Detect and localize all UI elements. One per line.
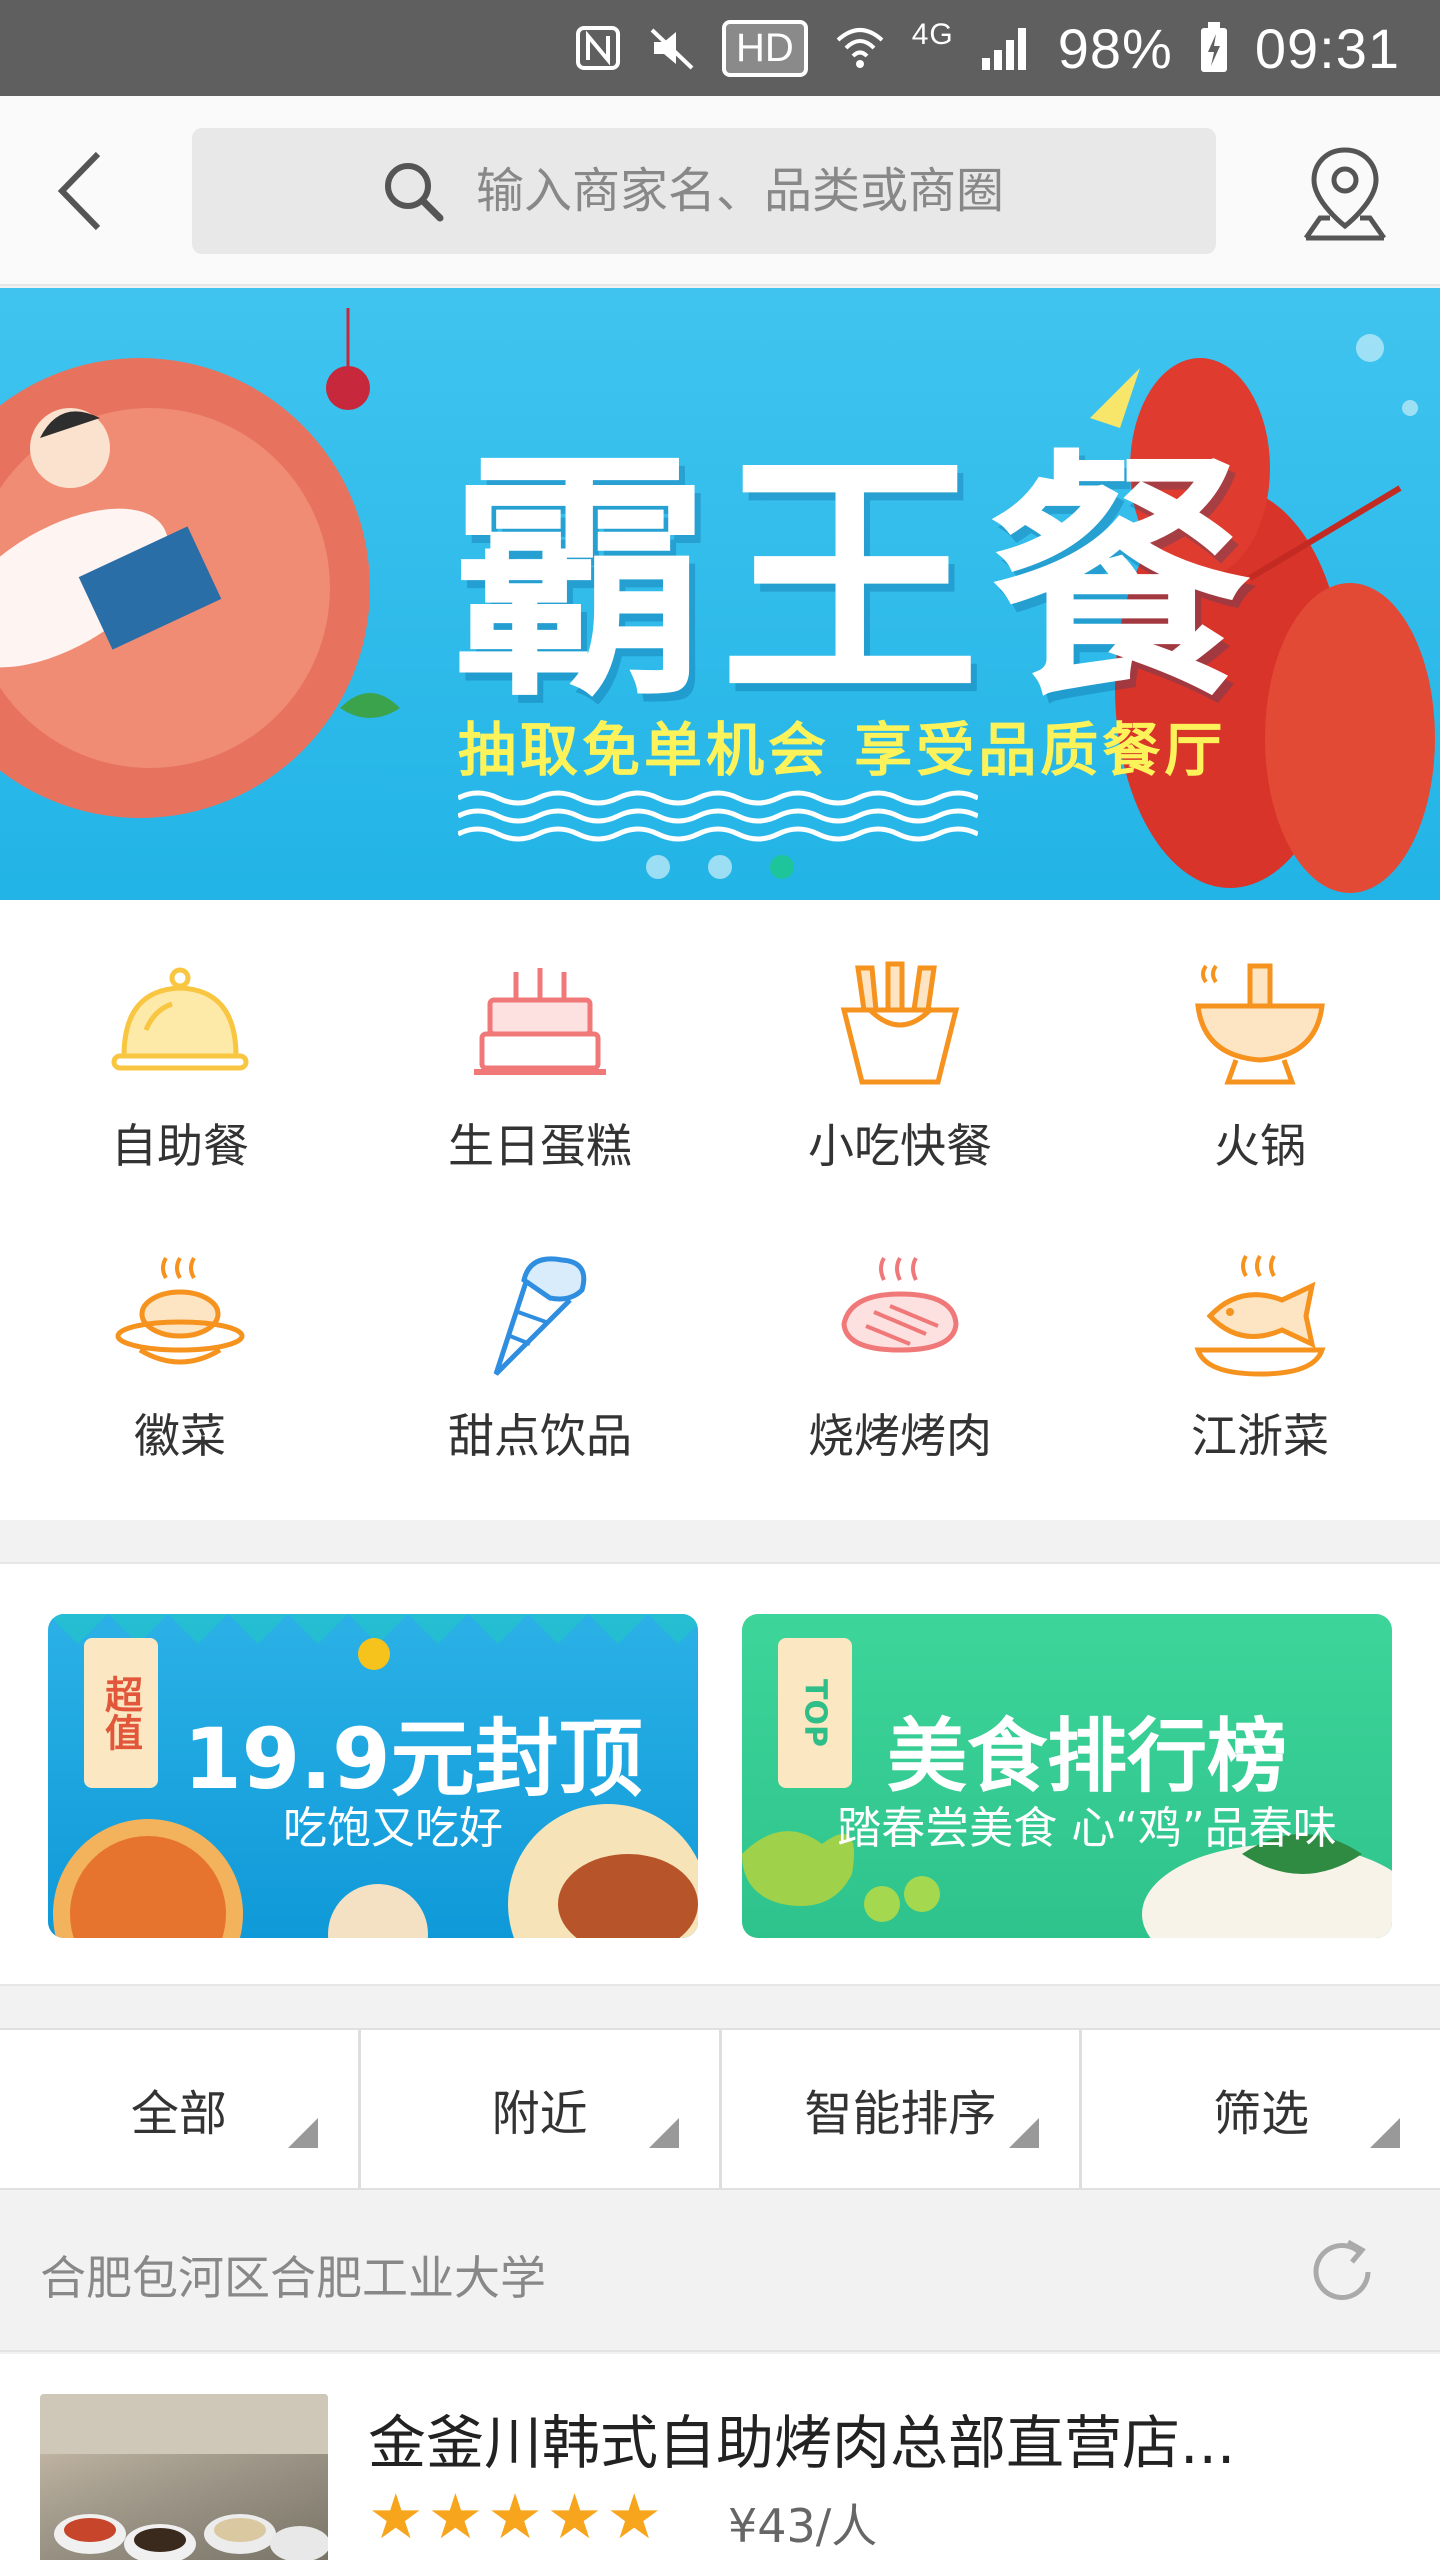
hotpot-icon: [1195, 963, 1325, 1085]
price-per-person: ¥43/人: [728, 2499, 878, 2553]
category-label: 火锅: [1214, 1119, 1306, 1173]
cake-icon: [474, 968, 606, 1075]
dropdown-triangle-icon: [648, 2118, 679, 2148]
status-bar: HD 4G 98% 09:31: [0, 0, 1440, 96]
current-location-row: 合肥包河区合肥工业大学: [0, 2192, 1440, 2352]
clock: 09:31: [1254, 16, 1400, 80]
chevron-left-icon: [57, 151, 101, 231]
icecream-icon: [493, 1256, 587, 1376]
nfc-icon: [574, 24, 622, 72]
wifi-icon: [834, 24, 886, 72]
promo-title: 美食排行榜: [887, 1710, 1287, 1803]
filter-nearby[interactable]: 附近: [361, 2030, 722, 2188]
filter-label: 智能排序: [804, 2086, 997, 2142]
banner-pagination: [0, 855, 1440, 879]
category-label: 江浙菜: [1191, 1409, 1329, 1463]
category-hotpot[interactable]: 火锅: [1080, 900, 1440, 1190]
category-label: 烧烤烤肉: [808, 1409, 992, 1463]
top-header: [0, 96, 1440, 286]
star-icon: ★: [368, 2480, 424, 2553]
shop-name: 金釜川韩式自助烤肉总部直营店...: [368, 2409, 1236, 2477]
promo-banner[interactable]: 霸王餐 抽取免单机会 享受品质餐厅: [0, 288, 1440, 900]
promo-section: 超值 19.9元封顶 吃饱又吃好 TOP 美食排行榜 踏春尝美食 心“鸡”品春味: [0, 1562, 1440, 1986]
back-button[interactable]: [40, 146, 130, 236]
network-label: 4G: [911, 18, 954, 51]
star-icon: ★: [427, 2480, 484, 2553]
category-hui-cuisine[interactable]: 徽菜: [0, 1190, 360, 1480]
battery-percent: 98%: [1057, 16, 1173, 80]
shop-photo: [40, 2394, 328, 2560]
wave-decoration: [458, 790, 978, 842]
filter-screen[interactable]: 筛选: [1082, 2030, 1440, 2188]
promo-subtitle: 踏春尝美食 心“鸡”品春味: [837, 1803, 1337, 1854]
category-buffet[interactable]: 自助餐: [0, 900, 360, 1190]
dropdown-triangle-icon: [1009, 2118, 1040, 2148]
battery-icon: [1199, 22, 1229, 74]
star-icon: ★: [487, 2480, 543, 2553]
steak-icon: [841, 1256, 959, 1353]
filter-label: 附近: [491, 2086, 588, 2142]
current-address: 合肥包河区合肥工业大学: [40, 2251, 546, 2305]
banner-subtitle: 抽取免单机会 享受品质餐厅: [458, 716, 1227, 784]
category-bbq[interactable]: 烧烤烤肉: [720, 1190, 1080, 1480]
mute-icon: [648, 24, 696, 72]
filter-smart-sort[interactable]: 智能排序: [722, 2030, 1083, 2188]
promo-card-value-meal[interactable]: 超值 19.9元封顶 吃饱又吃好: [48, 1614, 698, 1938]
promo-card-ranking[interactable]: TOP 美食排行榜 踏春尝美食 心“鸡”品春味: [742, 1614, 1392, 1938]
category-grid: 自助餐 生日蛋糕 小吃快餐 火锅 徽菜 甜点饮品 烧烤烤肉 江浙菜: [0, 900, 1440, 1520]
hd-icon: HD: [721, 19, 808, 77]
banner-title: 霸王餐: [450, 430, 1260, 732]
dropdown-triangle-icon: [287, 2118, 318, 2148]
category-jiangzhe[interactable]: 江浙菜: [1080, 1190, 1440, 1480]
pagination-dot-active[interactable]: [770, 855, 794, 879]
category-label: 徽菜: [134, 1409, 226, 1463]
category-label: 小吃快餐: [808, 1119, 992, 1173]
category-snacks[interactable]: 小吃快餐: [720, 900, 1080, 1190]
category-label: 甜点饮品: [448, 1409, 632, 1463]
filter-all[interactable]: 全部: [0, 2030, 361, 2188]
category-label: 生日蛋糕: [448, 1119, 632, 1173]
star-icon: ★: [606, 2480, 662, 2553]
promo-subtitle: 吃饱又吃好: [283, 1803, 503, 1854]
filter-bar: 全部 附近 智能排序 筛选: [0, 2028, 1440, 2190]
category-desserts[interactable]: 甜点饮品: [360, 1190, 720, 1480]
fries-icon: [840, 961, 960, 1085]
filter-label: 筛选: [1213, 2086, 1310, 2142]
search-bar[interactable]: [192, 128, 1216, 254]
category-cake[interactable]: 生日蛋糕: [360, 900, 720, 1190]
shop-list-item[interactable]: 金釜川韩式自助烤肉总部直营店... ★ ★ ★ ★ ★ ¥43/人: [0, 2354, 1440, 2560]
pagination-dot[interactable]: [646, 855, 670, 879]
search-icon: [385, 163, 444, 222]
category-label: 自助餐: [111, 1119, 249, 1173]
search-input[interactable]: [388, 163, 1216, 219]
map-pin-icon: [1303, 147, 1387, 241]
cloche-icon: [111, 967, 249, 1071]
location-button[interactable]: [1300, 144, 1390, 244]
dropdown-triangle-icon: [1370, 2118, 1400, 2148]
filter-label: 全部: [130, 2086, 227, 2142]
fish-dish-icon: [1194, 1254, 1326, 1377]
pagination-dot[interactable]: [708, 855, 732, 879]
rating-stars: ★ ★ ★ ★ ★: [368, 2486, 662, 2548]
noodle-dish-icon: [115, 1256, 245, 1365]
signal-icon: [980, 24, 1032, 72]
shop-thumbnail: [40, 2394, 328, 2560]
refresh-icon[interactable]: [1302, 2232, 1382, 2312]
star-icon: ★: [546, 2480, 603, 2553]
